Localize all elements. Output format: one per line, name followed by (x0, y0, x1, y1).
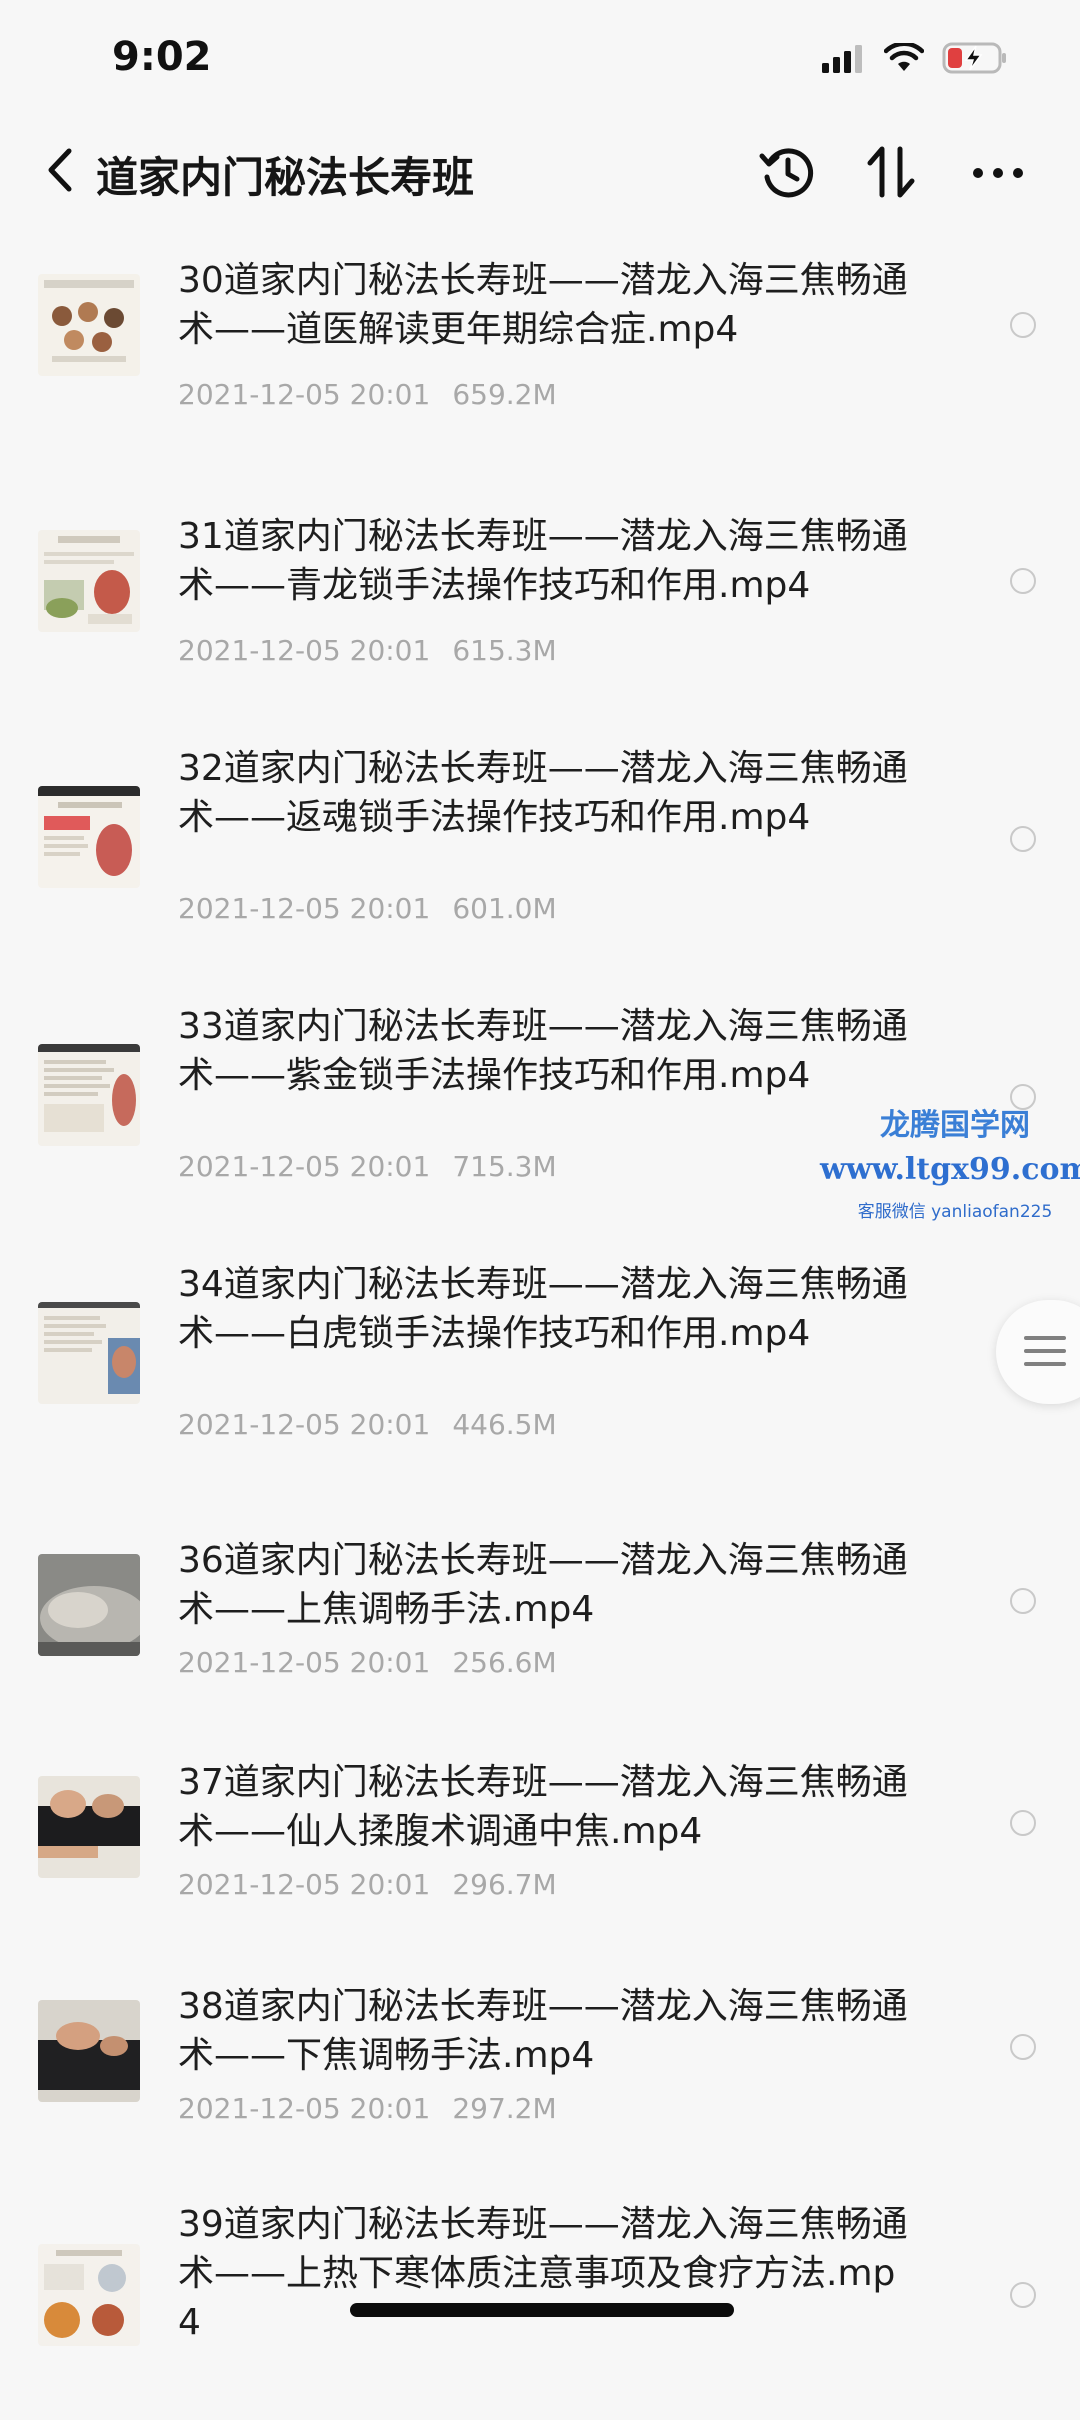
file-size: 615.3M (452, 634, 557, 667)
file-size: 715.3M (452, 1150, 557, 1183)
file-size: 297.2M (452, 2092, 557, 2125)
watermark: 龙腾国学网 www.ltgx99.com 客服微信 yanliaofan225 (820, 1100, 1080, 1222)
file-size: 446.5M (452, 1408, 557, 1441)
file-row[interactable]: 37道家内门秘法长寿班——潜龙入海三焦畅通术——仙人揉腹术调通中焦.mp4 20… (0, 1758, 1080, 1978)
file-meta: 2021-12-05 20:01 256.6M (178, 1646, 557, 1679)
file-size: 659.2M (452, 378, 557, 411)
back-button[interactable] (30, 142, 90, 202)
more-icon (971, 165, 1025, 184)
file-name: 31道家内门秘法长寿班——潜龙入海三焦畅通术——青龙锁手法操作技巧和作用.mp4 (178, 516, 908, 606)
signal-icon (822, 43, 866, 77)
status-icons (822, 40, 1008, 80)
watermark-url: www.ltgx99.com (820, 1152, 1080, 1187)
file-name: 32道家内门秘法长寿班——潜龙入海三焦畅通术——返魂锁手法操作技巧和作用.mp4 (178, 748, 908, 838)
file-row[interactable]: 36道家内门秘法长寿班——潜龙入海三焦畅通术——上焦调畅手法.mp4 2021-… (0, 1536, 1080, 1756)
file-row[interactable]: 38道家内门秘法长寿班——潜龙入海三焦畅通术——下焦调畅手法.mp4 2021-… (0, 1982, 1080, 2202)
file-name: 36道家内门秘法长寿班——潜龙入海三焦畅通术——上焦调畅手法.mp4 (178, 1540, 908, 1630)
file-date: 2021-12-05 20:01 (178, 1408, 431, 1441)
more-button[interactable] (966, 142, 1030, 206)
document-thumbnail (38, 786, 140, 888)
home-indicator[interactable] (350, 2303, 734, 2317)
file-name: 38道家内门秘法长寿班——潜龙入海三焦畅通术——下焦调畅手法.mp4 (178, 1986, 908, 2076)
file-date: 2021-12-05 20:01 (178, 378, 431, 411)
status-time: 9:02 (112, 34, 212, 80)
file-date: 2021-12-05 20:01 (178, 634, 431, 667)
video-thumbnail (38, 1776, 140, 1878)
file-date: 2021-12-05 20:01 (178, 1150, 431, 1183)
document-thumbnail (38, 2244, 140, 2346)
wifi-icon (883, 41, 925, 77)
file-name: 34道家内门秘法长寿班——潜龙入海三焦畅通术——白虎锁手法操作技巧和作用.mp4 (178, 1264, 908, 1354)
menu-icon (1024, 1336, 1066, 1375)
file-row[interactable]: 30道家内门秘法长寿班——潜龙入海三焦畅通术——道医解读更年期综合症.mp4 2… (0, 256, 1080, 476)
history-button[interactable] (756, 142, 820, 206)
sort-icon (864, 143, 920, 205)
file-meta: 2021-12-05 20:01 296.7M (178, 1868, 557, 1901)
file-meta: 2021-12-05 20:01 601.0M (178, 892, 557, 925)
history-icon (759, 143, 817, 205)
select-radio[interactable] (1010, 568, 1036, 594)
select-radio[interactable] (1010, 312, 1036, 338)
select-radio[interactable] (1010, 826, 1036, 852)
file-size: 256.6M (452, 1646, 557, 1679)
document-thumbnail (38, 1302, 140, 1404)
document-thumbnail (38, 274, 140, 376)
watermark-wechat: 客服微信 yanliaofan225 (857, 1202, 1053, 1222)
chevron-left-icon (43, 147, 77, 197)
file-meta: 2021-12-05 20:01 297.2M (178, 2092, 557, 2125)
page-title: 道家内门秘法长寿班 (96, 153, 475, 202)
file-name: 33道家内门秘法长寿班——潜龙入海三焦畅通术——紫金锁手法操作技巧和作用.mp4 (178, 1006, 908, 1096)
battery-icon (942, 41, 1008, 79)
file-size: 601.0M (452, 892, 557, 925)
nav-bar: 道家内门秘法长寿班 (0, 120, 1080, 230)
file-meta: 2021-12-05 20:01 446.5M (178, 1408, 557, 1441)
sort-button[interactable] (860, 142, 924, 206)
document-thumbnail (38, 1044, 140, 1146)
file-row[interactable]: 34道家内门秘法长寿班——潜龙入海三焦畅通术——白虎锁手法操作技巧和作用.mp4… (0, 1260, 1080, 1480)
file-date: 2021-12-05 20:01 (178, 2092, 431, 2125)
file-name: 30道家内门秘法长寿班——潜龙入海三焦畅通术——道医解读更年期综合症.mp4 (178, 260, 908, 350)
file-size: 296.7M (452, 1868, 557, 1901)
select-radio[interactable] (1010, 1588, 1036, 1614)
file-row[interactable]: 31道家内门秘法长寿班——潜龙入海三焦畅通术——青龙锁手法操作技巧和作用.mp4… (0, 512, 1080, 732)
video-thumbnail (38, 1554, 140, 1656)
select-radio[interactable] (1010, 1810, 1036, 1836)
file-meta: 2021-12-05 20:01 659.2M (178, 378, 557, 411)
document-thumbnail (38, 530, 140, 632)
file-name: 39道家内门秘法长寿班——潜龙入海三焦畅通术——上热下寒体质注意事项及食疗方法.… (178, 2204, 908, 2343)
file-date: 2021-12-05 20:01 (178, 892, 431, 925)
file-meta: 2021-12-05 20:01 715.3M (178, 1150, 557, 1183)
select-radio[interactable] (1010, 2282, 1036, 2308)
file-row[interactable]: 32道家内门秘法长寿班——潜龙入海三焦畅通术——返魂锁手法操作技巧和作用.mp4… (0, 744, 1080, 964)
file-meta: 2021-12-05 20:01 615.3M (178, 634, 557, 667)
watermark-title: 龙腾国学网 (880, 1108, 1030, 1143)
video-thumbnail (38, 2000, 140, 2102)
file-date: 2021-12-05 20:01 (178, 1868, 431, 1901)
select-radio[interactable] (1010, 2034, 1036, 2060)
file-date: 2021-12-05 20:01 (178, 1646, 431, 1679)
file-name: 37道家内门秘法长寿班——潜龙入海三焦畅通术——仙人揉腹术调通中焦.mp4 (178, 1762, 908, 1852)
status-bar: 9:02 (0, 0, 1080, 120)
